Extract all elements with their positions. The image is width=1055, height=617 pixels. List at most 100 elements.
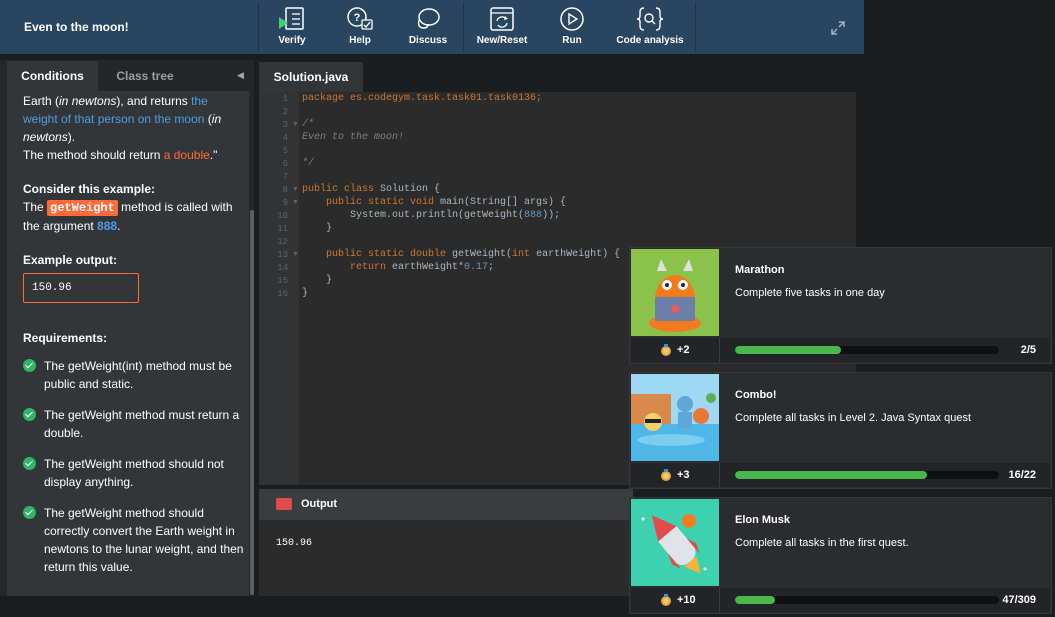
code-line: System.out.println(getWeight(888));	[302, 210, 561, 221]
progress-fill	[735, 471, 927, 479]
achievement-footer: +2 2/5	[631, 338, 1050, 362]
achievement-progress-bar	[735, 596, 999, 604]
line-number: 12	[277, 237, 288, 247]
code-line: public class Solution {	[302, 184, 441, 195]
divider	[719, 338, 720, 362]
achievement-footer: +3 16/22	[631, 463, 1050, 487]
medal-icon	[661, 344, 671, 356]
toolbar-divider	[463, 3, 464, 51]
achievement-card-combo[interactable]: Combo! Complete all tasks in Level 2. Ja…	[629, 372, 1052, 489]
code-line: return earthWeight*0.17;	[302, 262, 495, 273]
progress-fill	[735, 346, 841, 354]
achievement-image	[631, 499, 719, 586]
code-line: }	[302, 275, 333, 286]
achievement-image	[631, 374, 719, 461]
divider	[719, 588, 720, 612]
conditions-scrollbar[interactable]	[250, 210, 254, 595]
achievement-points: +10	[677, 594, 696, 606]
code-analysis-button[interactable]: Code analysis	[612, 6, 688, 50]
help-icon: ?	[347, 7, 373, 30]
conditions-body: Earth (in newtons), and returns the weig…	[7, 91, 249, 596]
line-number: 7	[282, 172, 288, 182]
achievement-description: Complete all tasks in the first quest.	[735, 537, 909, 549]
check-icon	[23, 408, 36, 421]
code-analysis-icon	[636, 7, 664, 31]
code-line: }	[302, 288, 309, 299]
achievement-count: 2/5	[1020, 344, 1036, 356]
achievement-count: 47/309	[1002, 594, 1036, 606]
line-number: 2	[282, 107, 288, 117]
example-text: The getWeight method is called with the …	[23, 200, 233, 233]
line-number: 3	[282, 120, 288, 130]
line-number: 8	[282, 185, 288, 195]
toolbar-divider	[695, 3, 696, 51]
achievement-description: Complete five tasks in one day	[735, 287, 885, 299]
collapse-panel-icon[interactable]: ◀	[237, 70, 244, 81]
line-number: 5	[282, 146, 288, 156]
code-line: }	[302, 223, 333, 234]
lesson-title: Even to the moon!	[24, 20, 129, 34]
line-number: 15	[277, 276, 288, 286]
toolbar-divider	[258, 3, 259, 51]
achievement-card-elon-musk[interactable]: Elon Musk Complete all tasks in the firs…	[629, 497, 1052, 614]
line-number: 16	[277, 289, 288, 299]
method-name-badge: getWeight	[47, 200, 118, 216]
code-line: */	[302, 158, 315, 169]
run-icon	[560, 7, 584, 31]
code-line: public static void main(String[] args) {	[302, 197, 567, 208]
achievement-count: 16/22	[1008, 469, 1036, 481]
new-reset-button[interactable]: New/Reset	[473, 6, 531, 50]
fold-arrow-icon[interactable]: ▼	[292, 121, 299, 128]
achievement-title: Combo!	[735, 389, 777, 401]
tab-solution-java[interactable]: Solution.java	[259, 62, 363, 92]
line-number: 11	[277, 224, 288, 234]
line-number: 14	[277, 263, 288, 273]
output-label: Output	[301, 498, 338, 510]
line-number: 1	[282, 94, 288, 104]
discuss-button[interactable]: Discuss	[405, 6, 451, 50]
code-line: /*	[302, 119, 315, 130]
reset-icon	[490, 7, 514, 31]
achievement-points: +2	[677, 344, 690, 356]
requirement-item: The getWeight method must return a doubl…	[23, 406, 245, 442]
requirement-item: The getWeight method should correctly co…	[23, 504, 245, 576]
progress-fill	[735, 596, 776, 604]
achievement-title: Marathon	[735, 264, 785, 276]
code-line: Even to the moon!	[302, 132, 405, 143]
example-heading: Consider this example:	[23, 182, 156, 196]
divider	[719, 463, 720, 487]
requirement-item: The getWeight(int) method must be public…	[23, 357, 245, 393]
achievement-points: +3	[677, 469, 690, 481]
medal-icon	[661, 469, 671, 481]
requirement-item: The getWeight method should not display …	[23, 455, 245, 491]
code-line: package es.codegym.task.task01.task0136;	[302, 93, 543, 104]
check-icon	[23, 506, 36, 519]
verify-icon	[279, 7, 304, 30]
expand-icon[interactable]	[830, 20, 846, 41]
help-button[interactable]: ? Help	[340, 6, 380, 50]
line-number: 4	[282, 133, 288, 143]
check-icon	[23, 457, 36, 470]
line-number: 10	[277, 211, 288, 221]
fold-arrow-icon[interactable]: ▼	[292, 251, 299, 258]
line-number: 6	[282, 159, 288, 169]
line-number: 13	[277, 250, 288, 260]
terminal-icon	[276, 498, 292, 510]
output-console	[259, 520, 633, 596]
medal-icon	[661, 594, 671, 606]
tab-conditions[interactable]: Conditions	[7, 61, 98, 91]
achievement-title: Elon Musk	[735, 514, 791, 526]
achievement-card-marathon[interactable]: Marathon Complete five tasks in one day …	[629, 247, 1052, 364]
achievement-progress-bar	[735, 346, 999, 354]
task-description: Earth (in newtons), and returns the weig…	[23, 94, 222, 162]
run-button[interactable]: Run	[552, 6, 592, 50]
achievement-footer: +10 47/309	[631, 588, 1050, 612]
fold-arrow-icon[interactable]: ▼	[292, 186, 299, 193]
discuss-icon	[417, 8, 440, 29]
verify-button[interactable]: Verify	[272, 6, 312, 50]
fold-arrow-icon[interactable]: ▼	[292, 199, 299, 206]
requirements-heading: Requirements:	[23, 331, 108, 345]
tab-class-tree[interactable]: Class tree	[100, 61, 190, 91]
example-output-heading: Example output:	[23, 253, 118, 267]
svg-text:?: ?	[354, 12, 361, 24]
